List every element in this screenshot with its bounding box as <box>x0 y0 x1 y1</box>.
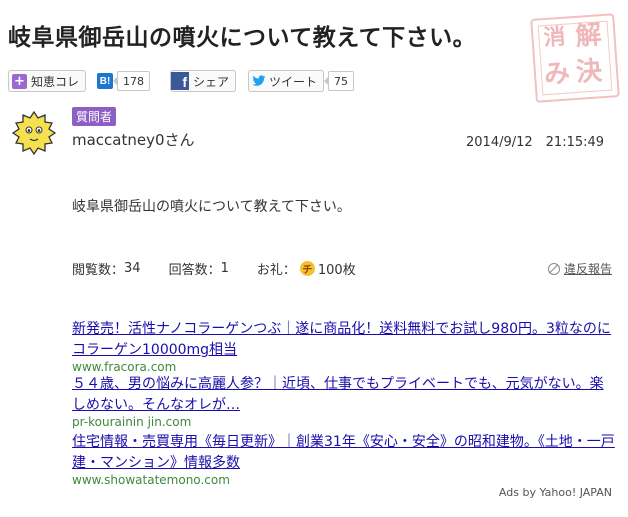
facebook-icon: f <box>171 72 189 90</box>
honorific: さん <box>164 131 195 149</box>
sponsored-ad: 新発売！活性ナノコラーゲンつぶ｜遂に商品化！送料無料でお試し980円。3粒なのに… <box>72 318 617 375</box>
avatar[interactable] <box>10 109 58 157</box>
plus-icon: + <box>12 73 27 89</box>
coin-icon: チ <box>299 261 315 276</box>
facebook-share-button[interactable]: f シェア <box>170 70 237 92</box>
sponsored-ad: 住宅情報・売買専用《毎日更新》｜創業31年《安心・安全》の昭和建物。《土地・一戸… <box>72 431 617 488</box>
resolved-stamp: 解 消 決 み <box>530 13 620 103</box>
twitter-tweet-button[interactable]: ツイート 75 <box>248 70 355 92</box>
posted-timestamp: 2014/9/12 21:15:49 <box>466 135 605 150</box>
twitter-bird-icon <box>252 75 266 86</box>
questioner-username-link[interactable]: maccatney0さん <box>72 129 195 150</box>
hatena-bookmark-button[interactable]: B! 178 <box>97 70 150 92</box>
hatena-bookmark-icon: B! <box>97 73 113 89</box>
ad-title-link[interactable]: 新発売！活性ナノコラーゲンつぶ｜遂に商品化！送料無料でお試し980円。3粒なのに… <box>72 321 611 358</box>
question-title: 岐阜県御岳山の噴火について教えて下さい。 <box>8 25 477 51</box>
ad-title-link[interactable]: ５４歳、男の悩みに高麗人参？｜近頃、仕事でもプライベートでも、元気がない。楽しめ… <box>72 376 604 413</box>
ads-by-yahoo-link[interactable]: Ads by Yahoo! JAPAN <box>499 486 612 499</box>
ad-title-link[interactable]: 住宅情報・売買専用《毎日更新》｜創業31年《安心・安全》の昭和建物。《土地・一戸… <box>72 434 615 471</box>
questioner-badge: 質問者 <box>72 107 117 126</box>
answer-count: 回答数： 1 <box>168 261 229 278</box>
facebook-label: シェア <box>193 74 230 89</box>
prohibited-icon <box>547 262 560 275</box>
question-body: 岐阜県御岳山の噴火について教えて下さい。 <box>72 199 351 215</box>
view-count: 閲覧数： 34 <box>72 261 141 278</box>
twitter-label: ツイート <box>269 74 318 89</box>
username: maccatney0 <box>72 131 165 149</box>
ad-url: pr-kourainin jin.com <box>72 415 192 429</box>
report-violation-link[interactable]: 違反報告 <box>547 260 612 277</box>
chiebukuro-collection-button[interactable]: + 知恵コレ <box>8 70 87 92</box>
twitter-count: 75 <box>324 71 355 91</box>
sponsored-ad: ５４歳、男の悩みに高麗人参？｜近頃、仕事でもプライベートでも、元気がない。楽しめ… <box>72 373 617 430</box>
reward: お礼： チ 100枚 <box>256 261 356 278</box>
chiebukuro-label: 知恵コレ <box>31 74 80 89</box>
hatena-count: 178 <box>113 71 150 91</box>
question-stats: 閲覧数： 34 回答数： 1 お礼： チ 100枚 <box>72 259 384 278</box>
